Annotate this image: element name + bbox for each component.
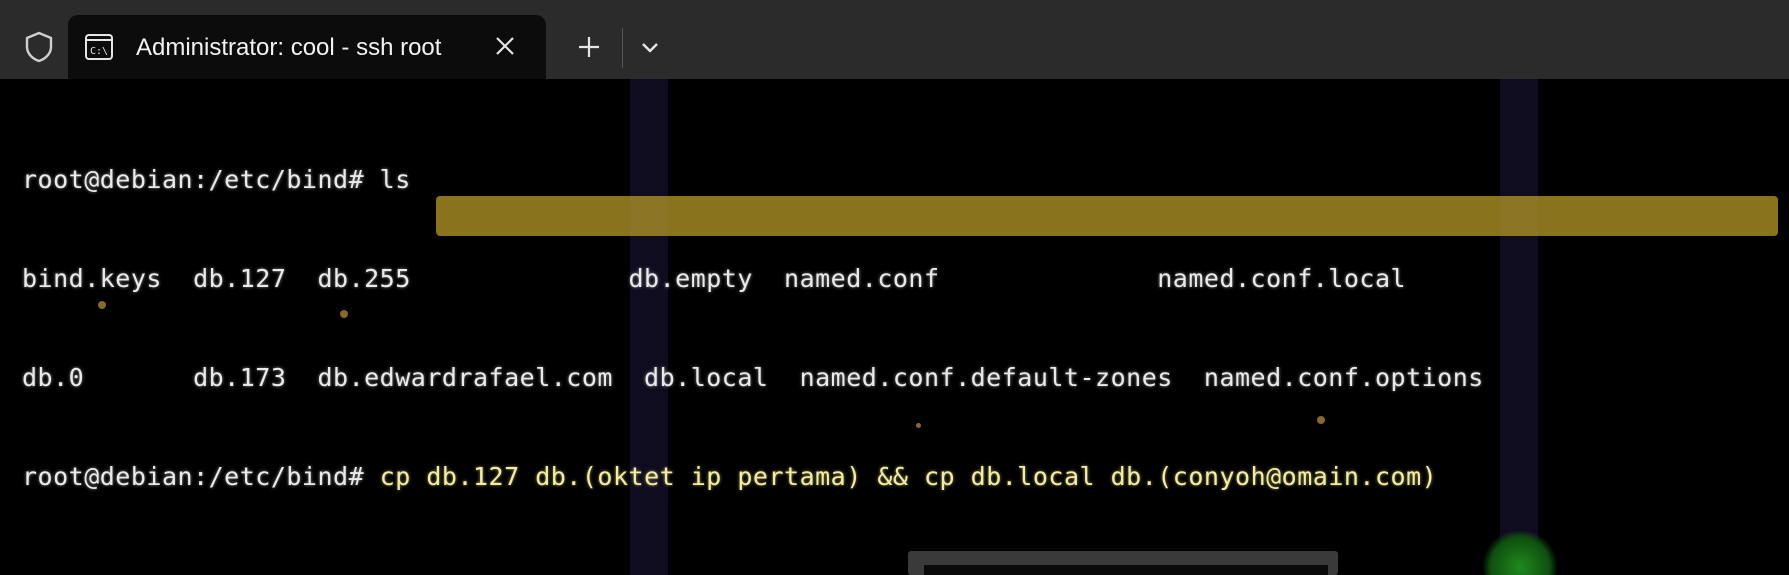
tab-ssh-session[interactable]: C:\ Administrator: cool - ssh root <box>68 15 546 79</box>
terminal-output[interactable]: root@debian:/etc/bind# ls bind.keys db.1… <box>0 79 1789 575</box>
tab-divider <box>622 28 623 68</box>
background-stripe <box>1500 79 1538 575</box>
terminal-command-line: root@debian:/etc/bind# cp db.127 db.(okt… <box>22 460 1484 493</box>
terminal-text: root@debian:/etc/bind# ls bind.keys db.1… <box>22 97 1484 559</box>
terminal-cmd-icon: C:\ <box>84 33 114 61</box>
highlighted-command: cp db.127 db.(oktet ip pertama) && cp db… <box>364 462 1438 491</box>
terminal-line: root@debian:/etc/bind# ls <box>22 165 411 194</box>
chevron-down-icon[interactable] <box>630 28 670 68</box>
terminal-prompt: root@debian:/etc/bind# <box>22 462 365 491</box>
background-figure <box>1480 531 1560 575</box>
background-panel-inner <box>924 565 1328 575</box>
title-bar: C:\ Administrator: cool - ssh root <box>0 0 1789 79</box>
close-icon[interactable] <box>488 29 522 63</box>
plus-icon[interactable] <box>570 28 608 66</box>
tab-title: Administrator: cool - ssh root <box>136 34 442 61</box>
shield-icon[interactable] <box>20 28 58 66</box>
svg-text:C:\: C:\ <box>90 46 108 57</box>
terminal-line: bind.keys db.127 db.255 db.empty named.c… <box>22 264 1407 293</box>
terminal-line: db.0 db.173 db.edwardrafael.com db.local… <box>22 363 1484 392</box>
